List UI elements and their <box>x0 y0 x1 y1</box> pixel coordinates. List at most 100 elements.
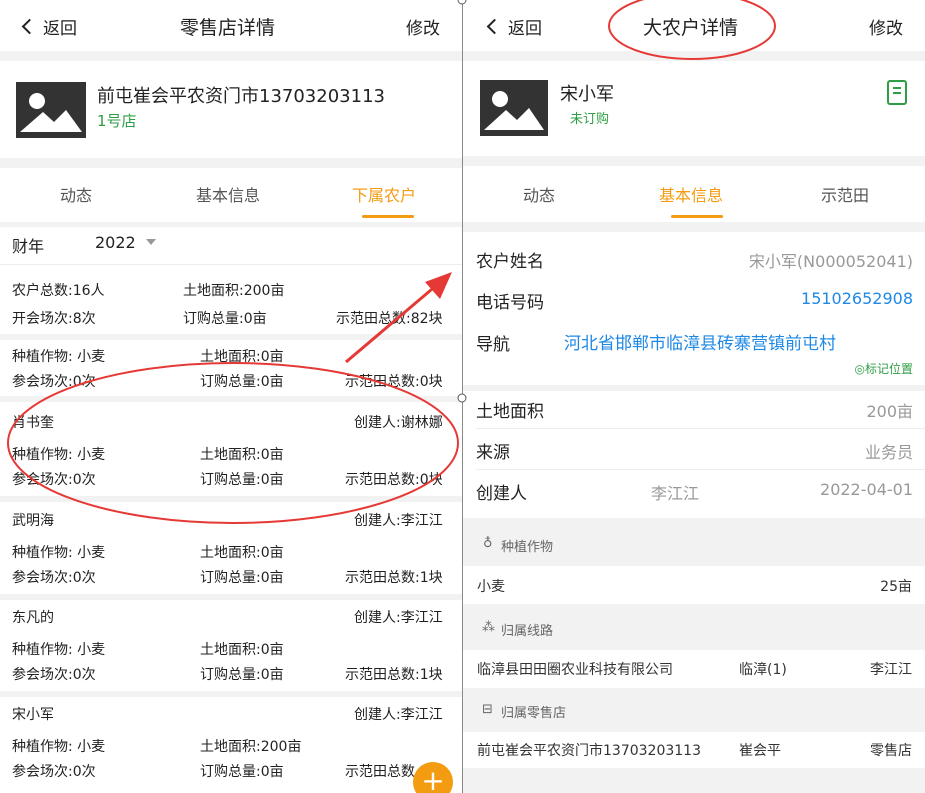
separator <box>0 594 462 600</box>
page-title: 大农户详情 <box>643 17 739 39</box>
separator <box>0 158 462 168</box>
summary-farmers: 农户总数:16人 <box>12 283 105 299</box>
mark-location-button[interactable]: ◎标记位置 <box>855 360 914 377</box>
divider <box>476 428 925 429</box>
store-section-title: 归属零售店 <box>501 706 567 721</box>
farmer-creator: 创建人:谢林娜 <box>354 415 443 431</box>
tab-basic-info[interactable]: 基本信息 <box>196 182 260 206</box>
route-area: 临漳(1) <box>739 662 787 678</box>
farmer-attend: 参会场次:0次 <box>12 472 96 488</box>
source-label: 来源 <box>476 443 510 463</box>
creator-value: 李江江 <box>651 484 700 503</box>
farmer-crop: 种植作物: 小麦 <box>12 739 106 755</box>
caret-down-icon <box>145 239 156 245</box>
farmer-detail-screen: 返回 大农户详情 修改 宋小军 未订购 动态 基本信息 示范田 农户姓名 宋小军… <box>463 0 925 793</box>
farmer-order: 订购总量:0亩 <box>200 764 284 780</box>
summary-demo: 示范田总数:82块 <box>336 311 443 327</box>
document-icon[interactable] <box>887 80 907 105</box>
back-button[interactable]: 返回 <box>21 14 77 39</box>
route-section-header: ⁂ 归属线路 <box>463 604 925 650</box>
name-label: 农户姓名 <box>476 252 544 272</box>
land-value: 200亩 <box>866 402 913 421</box>
sprout-icon: ♁ <box>483 536 493 551</box>
active-tab-indicator <box>671 215 723 218</box>
farmer-creator: 创建人:李江江 <box>354 513 443 529</box>
crop-area: 25亩 <box>880 579 912 595</box>
crop-name: 小麦 <box>477 579 505 595</box>
source-value: 业务员 <box>864 443 913 462</box>
store-type: 零售店 <box>870 743 912 759</box>
farmer-demo: 示范田总数:1块 <box>345 667 443 683</box>
route-company: 临漳县田田圈农业科技有限公司 <box>477 662 673 678</box>
back-label: 返回 <box>43 19 77 39</box>
crops-section-header: ♁ 种植作物 <box>463 520 925 566</box>
farmer-name: 东凡的 <box>12 610 54 626</box>
farmer-order: 订购总量:0亩 <box>200 667 284 683</box>
farmer-order: 订购总量:0亩 <box>200 374 284 390</box>
separator <box>0 496 462 502</box>
separator <box>0 691 462 697</box>
created-date: 2022-04-01 <box>820 480 913 499</box>
creator-label: 创建人 <box>476 484 527 504</box>
farmer-attend: 参会场次:0次 <box>12 570 96 586</box>
farmer-crop: 种植作物: 小麦 <box>12 349 106 365</box>
year-value: 2022 <box>95 233 136 252</box>
separator <box>0 334 462 340</box>
tab-farmers[interactable]: 下属农户 <box>352 182 416 206</box>
order-status: 未订购 <box>570 112 610 127</box>
farmer-land: 土地面积:0亩 <box>200 447 284 463</box>
tab-activity[interactable]: 动态 <box>523 182 555 206</box>
farmer-creator: 创建人:李江江 <box>354 610 443 626</box>
farmer-attend: 参会场次:0次 <box>12 667 96 683</box>
farmer-land: 土地面积:0亩 <box>200 642 284 658</box>
separator <box>463 768 925 793</box>
crops-section-title: 种植作物 <box>501 540 554 555</box>
screenshot-root: 返回 零售店详情 修改 前屯崔会平农资门市13703203113 1号店 动态 … <box>0 0 925 793</box>
active-tab-indicator <box>362 215 414 218</box>
edit-button[interactable]: 修改 <box>406 14 440 39</box>
summary-orders: 订购总量:0亩 <box>183 311 267 327</box>
back-button[interactable]: 返回 <box>486 14 542 39</box>
nav-label: 导航 <box>476 335 510 355</box>
farmer-land: 土地面积:200亩 <box>200 739 302 755</box>
farmer-name: 肖书奎 <box>12 415 54 431</box>
network-icon: ⁂ <box>482 620 495 635</box>
phone-label: 电话号码 <box>476 293 544 313</box>
store-image-placeholder-icon <box>16 82 86 138</box>
farmer-image-placeholder-icon <box>480 80 548 136</box>
back-label: 返回 <box>508 19 542 39</box>
store-owner: 崔会平 <box>739 743 781 759</box>
farmer-crop: 种植作物: 小麦 <box>12 545 106 561</box>
store-tag: 1号店 <box>97 112 137 130</box>
year-label: 财年 <box>12 237 45 256</box>
tab-basic-info[interactable]: 基本信息 <box>659 182 723 206</box>
farmer-order: 订购总量:0亩 <box>200 472 284 488</box>
separator <box>463 222 925 232</box>
route-person: 李江江 <box>870 662 912 678</box>
address-link[interactable]: 河北省邯郸市临漳县砖寨营镇前屯村 <box>564 329 836 354</box>
summary-land: 土地面积:200亩 <box>183 283 285 299</box>
route-section-title: 归属线路 <box>501 624 554 639</box>
edit-button[interactable]: 修改 <box>869 14 903 39</box>
separator <box>463 51 925 61</box>
phone-value[interactable]: 15102652908 <box>801 289 913 308</box>
farmer-name: 武明海 <box>12 513 54 529</box>
divider <box>0 264 462 265</box>
year-select[interactable]: 2022 <box>95 233 156 252</box>
land-label: 土地面积 <box>476 402 544 422</box>
farmer-crop: 种植作物: 小麦 <box>12 642 106 658</box>
farmer-creator: 创建人:李江江 <box>354 707 443 723</box>
divider <box>476 469 925 470</box>
farmer-demo: 示范田总数:0块 <box>345 472 443 488</box>
tab-activity[interactable]: 动态 <box>60 182 92 206</box>
name-value: 宋小军(N000052041) <box>748 252 913 271</box>
add-farmer-fab[interactable]: + <box>413 762 453 793</box>
separator <box>0 396 462 402</box>
farmer-demo: 示范田总数 <box>345 764 415 780</box>
summary-meetings: 开会场次:8次 <box>12 311 96 327</box>
store-name: 前屯崔会平农资门市13703203113 <box>477 743 701 759</box>
tab-demo-field[interactable]: 示范田 <box>821 182 869 206</box>
location-pin-icon: ◎ <box>854 362 865 376</box>
separator <box>463 156 925 166</box>
farmer-land: 土地面积:0亩 <box>200 545 284 561</box>
